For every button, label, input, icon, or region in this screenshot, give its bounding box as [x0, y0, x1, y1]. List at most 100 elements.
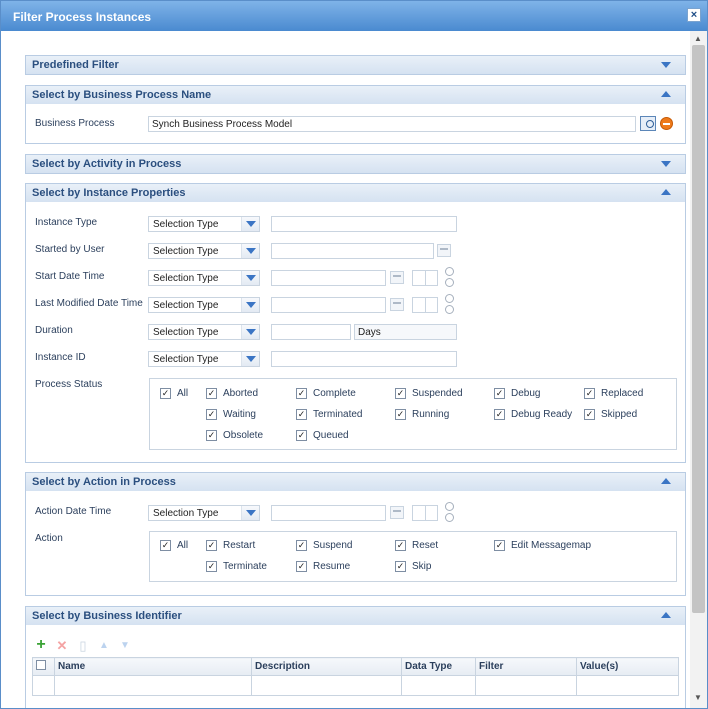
- chevron-down-icon[interactable]: [241, 298, 259, 312]
- status-checkbox-obsolete[interactable]: ✓ Obsolete: [206, 430, 263, 442]
- action-checkbox-resume[interactable]: ✓ Resume: [296, 561, 350, 573]
- chevron-down-icon[interactable]: [241, 325, 259, 339]
- action-checkbox-restart[interactable]: ✓ Restart: [206, 540, 255, 552]
- remove-icon[interactable]: [660, 117, 673, 130]
- section-title: Select by Business Process Name: [32, 89, 212, 101]
- action-date-input[interactable]: [271, 505, 386, 521]
- status-checkbox-skipped[interactable]: ✓ Skipped: [584, 409, 637, 421]
- status-checkbox-debug-ready[interactable]: ✓ Debug Ready: [494, 409, 572, 421]
- calendar-icon[interactable]: [390, 298, 404, 311]
- status-checkbox-complete[interactable]: ✓ Complete: [296, 388, 356, 400]
- action-group: ✓ All ✓ Restart ✓ Suspend ✓ Reset ✓ Edit Mess…: [149, 531, 677, 582]
- add-icon[interactable]: +: [35, 637, 47, 653]
- spin-up-icon[interactable]: [445, 294, 454, 303]
- user-lookup-icon[interactable]: [437, 244, 451, 257]
- select-all-checkbox[interactable]: [32, 657, 55, 676]
- chevron-down-icon[interactable]: [241, 506, 259, 520]
- started-by-input[interactable]: [271, 243, 434, 259]
- action-date-select[interactable]: Selection Type: [148, 505, 260, 521]
- filter-dialog: Filter Process Instances × Predefined Fi…: [0, 0, 708, 709]
- collapse-icon[interactable]: [661, 91, 671, 97]
- vertical-scrollbar[interactable]: ▲ ▼: [690, 31, 707, 708]
- section-title: Predefined Filter: [32, 59, 119, 71]
- expand-icon[interactable]: [661, 161, 671, 167]
- column-description[interactable]: Description: [251, 657, 402, 676]
- calendar-icon[interactable]: [390, 271, 404, 284]
- duration-unit-select[interactable]: Days: [354, 324, 457, 340]
- scroll-down-icon[interactable]: ▼: [693, 693, 703, 703]
- spin-down-icon[interactable]: [445, 513, 454, 522]
- spin-up-icon[interactable]: [445, 502, 454, 511]
- last-modified-time-spinner[interactable]: [412, 297, 438, 313]
- scroll-up-icon[interactable]: ▲: [693, 34, 703, 44]
- instance-type-input[interactable]: [271, 216, 457, 232]
- status-checkbox-aborted[interactable]: ✓ Aborted: [206, 388, 258, 400]
- spin-down-icon[interactable]: [445, 305, 454, 314]
- section-header-business-identifier[interactable]: Select by Business Identifier: [26, 607, 685, 625]
- instance-id-input[interactable]: [271, 351, 457, 367]
- spin-up-icon[interactable]: [445, 267, 454, 276]
- last-modified-select[interactable]: Selection Type: [148, 297, 260, 313]
- collapse-icon[interactable]: [661, 612, 671, 618]
- status-checkbox-queued[interactable]: ✓ Queued: [296, 430, 349, 442]
- expand-icon[interactable]: [661, 62, 671, 68]
- lookup-icon[interactable]: [640, 116, 656, 131]
- section-header-activity[interactable]: Select by Activity in Process: [26, 155, 685, 173]
- collapse-icon[interactable]: [661, 189, 671, 195]
- move-up-icon[interactable]: ▲: [98, 640, 110, 652]
- chevron-down-icon[interactable]: [241, 352, 259, 366]
- column-name[interactable]: Name: [54, 657, 252, 676]
- instance-type-select[interactable]: Selection Type: [148, 216, 260, 232]
- action-label: Action: [35, 533, 63, 544]
- action-checkbox-all[interactable]: ✓ All: [160, 540, 188, 552]
- start-time-spinner[interactable]: [412, 270, 438, 286]
- calendar-icon[interactable]: [390, 506, 404, 519]
- delete-icon[interactable]: ✕: [56, 639, 68, 652]
- table-row[interactable]: [32, 675, 679, 696]
- collapse-icon[interactable]: [661, 478, 671, 484]
- status-checkbox-running[interactable]: ✓ Running: [395, 409, 449, 421]
- start-date-input[interactable]: [271, 270, 386, 286]
- last-modified-input[interactable]: [271, 297, 386, 313]
- started-by-select[interactable]: Selection Type: [148, 243, 260, 259]
- duration-select[interactable]: Selection Type: [148, 324, 260, 340]
- section-title: Select by Business Identifier: [32, 610, 182, 622]
- action-checkbox-reset[interactable]: ✓ Reset: [395, 540, 438, 552]
- edit-icon[interactable]: ▯: [77, 639, 89, 652]
- column-values[interactable]: Value(s): [576, 657, 679, 676]
- status-checkbox-replaced[interactable]: ✓ Replaced: [584, 388, 643, 400]
- status-checkbox-suspended[interactable]: ✓ Suspended: [395, 388, 463, 400]
- section-header-predefined[interactable]: Predefined Filter: [26, 56, 685, 74]
- chevron-down-icon[interactable]: [241, 217, 259, 231]
- move-down-icon[interactable]: ▼: [119, 640, 131, 652]
- section-instance-properties: Select by Instance Properties Instance T…: [25, 183, 686, 463]
- duration-input[interactable]: [271, 324, 351, 340]
- action-checkbox-terminate[interactable]: ✓ Terminate: [206, 561, 267, 573]
- section-action: Select by Action in Process Action Date …: [25, 472, 686, 596]
- spin-down-icon[interactable]: [445, 278, 454, 287]
- status-checkbox-all[interactable]: ✓ All: [160, 388, 188, 400]
- action-date-label: Action Date Time: [35, 506, 112, 517]
- action-time-spinner[interactable]: [412, 505, 438, 521]
- section-header-action[interactable]: Select by Action in Process: [26, 473, 685, 491]
- column-filter[interactable]: Filter: [475, 657, 577, 676]
- status-checkbox-waiting[interactable]: ✓ Waiting: [206, 409, 256, 421]
- action-checkbox-edit-messagemap[interactable]: ✓ Edit Messagemap: [494, 540, 591, 552]
- column-data-type[interactable]: Data Type: [401, 657, 476, 676]
- instance-type-label: Instance Type: [35, 217, 98, 228]
- business-identifier-table: Name Description Data Type Filter Value(…: [32, 657, 679, 696]
- action-checkbox-suspend[interactable]: ✓ Suspend: [296, 540, 352, 552]
- chevron-down-icon[interactable]: [241, 271, 259, 285]
- instance-id-select[interactable]: Selection Type: [148, 351, 260, 367]
- section-activity: Select by Activity in Process: [25, 154, 686, 174]
- section-header-instance-properties[interactable]: Select by Instance Properties: [26, 184, 685, 202]
- status-checkbox-debug[interactable]: ✓ Debug: [494, 388, 540, 400]
- chevron-down-icon[interactable]: [241, 244, 259, 258]
- business-process-input[interactable]: Synch Business Process Model: [148, 116, 636, 132]
- scroll-thumb[interactable]: [692, 45, 705, 613]
- action-checkbox-skip[interactable]: ✓ Skip: [395, 561, 431, 573]
- start-date-select[interactable]: Selection Type: [148, 270, 260, 286]
- close-icon[interactable]: ×: [687, 8, 701, 22]
- section-header-business-process[interactable]: Select by Business Process Name: [26, 86, 685, 104]
- status-checkbox-terminated[interactable]: ✓ Terminated: [296, 409, 362, 421]
